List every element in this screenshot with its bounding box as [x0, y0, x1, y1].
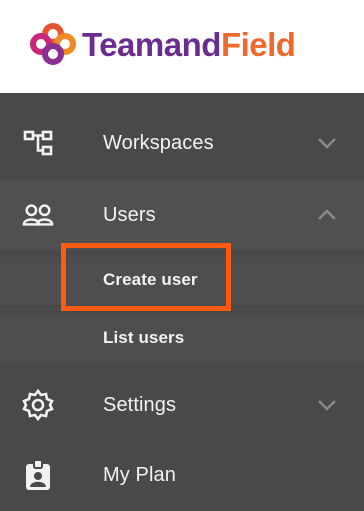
sidebar-item-label: My Plan: [103, 463, 176, 486]
sidebar-subitem-label: List users: [103, 328, 185, 347]
logo-text-part1: Teamand: [82, 25, 221, 63]
sidebar-item-label: Settings: [103, 393, 177, 416]
header: TeamandField: [0, 0, 364, 93]
sidebar-item-users[interactable]: Users: [0, 180, 364, 250]
gear-icon: [22, 389, 54, 421]
sitemap-icon: [22, 127, 54, 159]
sidebar: Workspaces Users Create user List users: [0, 93, 364, 511]
logo-mark-icon: [30, 23, 76, 65]
sidebar-subitem-label: Create user: [103, 270, 198, 289]
chevron-down-icon[interactable]: [316, 394, 338, 416]
logo-text-part2: Field: [220, 25, 296, 63]
sidebar-item-label: Workspaces: [103, 131, 214, 154]
sidebar-item-workspaces[interactable]: Workspaces: [0, 108, 364, 178]
sidebar-subitem-create-user[interactable]: Create user: [0, 257, 364, 305]
sidebar-subitem-list-users[interactable]: List users: [0, 315, 364, 363]
sidebar-item-settings[interactable]: Settings: [0, 370, 364, 440]
users-icon: [22, 199, 54, 231]
sidebar-item-label: Users: [103, 203, 156, 226]
chevron-up-icon[interactable]: [316, 204, 338, 226]
sidebar-item-my-plan[interactable]: My Plan: [0, 440, 364, 510]
chevron-down-icon[interactable]: [316, 132, 338, 154]
id-badge-icon: [22, 459, 54, 491]
logo-text: TeamandField: [82, 25, 296, 63]
teamandfield-logo[interactable]: TeamandField: [28, 22, 296, 66]
